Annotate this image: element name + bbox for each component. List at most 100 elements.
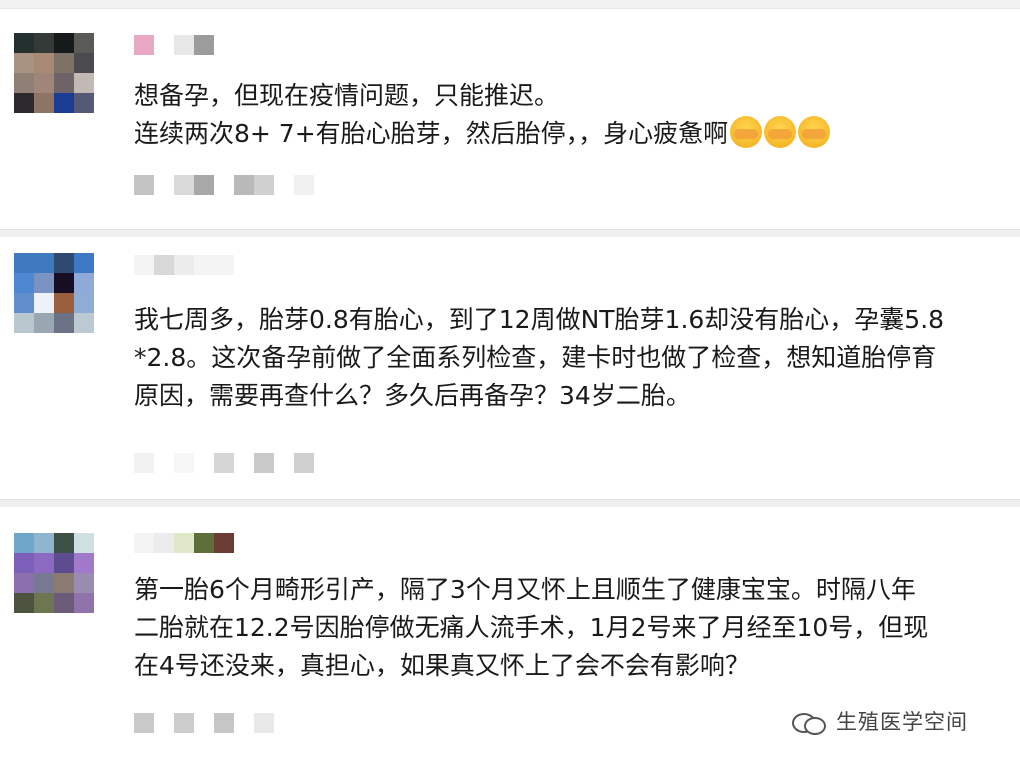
comment-card: 我七周多，胎芽0.8有胎心，到了12周做NT胎芽1.6却没有胎心，孕囊5.8 *… — [0, 237, 1020, 499]
crying-face-emoji-icon — [730, 116, 763, 148]
avatar-pixel — [14, 553, 34, 573]
comment-text: 想备孕，但现在疫情问题，只能推迟。 连续两次8+ 7+有胎心胎芽，然后胎停，，身… — [134, 77, 1020, 153]
avatar-pixel — [34, 273, 54, 293]
comment-text: 第一胎6个月畸形引产，隔了3个月又怀上且顺生了健康宝宝。时隔八年 二胎就在12.… — [134, 571, 1020, 685]
avatar-pixel — [74, 273, 94, 293]
avatar-pixel — [34, 33, 54, 53]
comment-meta-blurred — [134, 453, 314, 473]
watermark-label: 生殖医学空间 — [836, 710, 968, 734]
avatar-pixel — [14, 593, 34, 613]
avatar-pixel — [14, 73, 34, 93]
mosaic-pixel — [194, 255, 214, 275]
comment-line: 二胎就在12.2号因胎停做无痛人流手术，1月2号来了月经至10号，但现 — [134, 613, 929, 642]
avatar-pixel — [74, 33, 94, 53]
mosaic-pixel — [154, 175, 174, 195]
mosaic-pixel — [154, 453, 174, 473]
mosaic-pixel — [214, 175, 234, 195]
avatar-pixel — [34, 313, 54, 333]
comment-line: *2.8。这次备孕前做了全面系列检查，建卡时也做了检查，想知道胎停育 — [134, 343, 937, 372]
avatar-pixel — [34, 253, 54, 273]
mosaic-pixel — [214, 713, 234, 733]
mosaic-pixel — [234, 713, 254, 733]
mosaic-pixel — [174, 35, 194, 55]
avatar-pixel — [14, 313, 34, 333]
avatar[interactable] — [14, 533, 94, 613]
avatar-pixel — [74, 293, 94, 313]
avatar-pixel — [14, 253, 34, 273]
mosaic-pixel — [214, 255, 234, 275]
avatar-pixel — [14, 53, 34, 73]
avatar-pixel — [54, 93, 74, 113]
mosaic-pixel — [294, 453, 314, 473]
avatar-pixel — [54, 253, 74, 273]
comment-line: 想备孕，但现在疫情问题，只能推迟。 — [134, 81, 560, 110]
avatar-pixel — [74, 593, 94, 613]
avatar-pixel — [34, 533, 54, 553]
mosaic-pixel — [254, 453, 274, 473]
avatar-pixel — [74, 253, 94, 273]
avatar[interactable] — [14, 253, 94, 333]
comment-line: 原因，需要再查什么？多久后再备孕？34岁二胎。 — [134, 381, 691, 410]
comment-line: 我七周多，胎芽0.8有胎心，到了12周做NT胎芽1.6却没有胎心，孕囊5.8 — [134, 305, 945, 334]
avatar-pixel — [54, 53, 74, 73]
avatar-pixel — [34, 73, 54, 93]
mosaic-pixel — [174, 533, 194, 553]
avatar-pixel — [54, 573, 74, 593]
mosaic-pixel — [214, 453, 234, 473]
watermark: 生殖医学空间 — [790, 706, 968, 736]
commenter-name-blurred — [134, 35, 214, 55]
mosaic-pixel — [234, 453, 254, 473]
mosaic-pixel — [174, 255, 194, 275]
comment-line: 在4号还没来，真担心，如果真又怀上了会不会有影响？ — [134, 651, 750, 680]
avatar-pixel — [34, 93, 54, 113]
comment-line: 连续两次8+ 7+有胎心胎芽，然后胎停，，身心疲惫啊 — [134, 115, 1020, 153]
wechat-official-account-icon — [790, 709, 828, 735]
avatar-pixel — [54, 313, 74, 333]
avatar-pixel — [14, 573, 34, 593]
avatar-pixel — [34, 573, 54, 593]
avatar-pixel — [74, 533, 94, 553]
avatar-pixel — [74, 93, 94, 113]
mosaic-pixel — [134, 175, 154, 195]
avatar-pixel — [74, 313, 94, 333]
avatar-pixel — [74, 53, 94, 73]
avatar-pixel — [74, 553, 94, 573]
avatar-pixel — [14, 293, 34, 313]
mosaic-pixel — [174, 453, 194, 473]
avatar-pixel — [34, 53, 54, 73]
comment-line-text: 连续两次8+ 7+有胎心胎芽，然后胎停，，身心疲惫啊 — [134, 119, 729, 148]
avatar-pixel — [74, 73, 94, 93]
mosaic-pixel — [194, 533, 214, 553]
comment-meta-blurred — [134, 713, 274, 733]
avatar-pixel — [54, 593, 74, 613]
commenter-name-blurred — [134, 255, 234, 275]
avatar-pixel — [54, 293, 74, 313]
mosaic-pixel — [154, 713, 174, 733]
mosaic-pixel — [274, 453, 294, 473]
mosaic-pixel — [254, 175, 274, 195]
mosaic-pixel — [134, 35, 154, 55]
mosaic-pixel — [254, 713, 274, 733]
avatar-pixel — [54, 553, 74, 573]
avatar-pixel — [34, 553, 54, 573]
avatar-pixel — [54, 533, 74, 553]
commenter-name-blurred — [134, 533, 234, 553]
mosaic-pixel — [234, 175, 254, 195]
avatar-pixel — [34, 593, 54, 613]
comment-meta-blurred — [134, 175, 314, 195]
avatar[interactable] — [14, 33, 94, 113]
comment-line: 第一胎6个月畸形引产，隔了3个月又怀上且顺生了健康宝宝。时隔八年 — [134, 575, 916, 604]
mosaic-pixel — [134, 533, 154, 553]
top-divider — [0, 0, 1020, 9]
avatar-pixel — [74, 573, 94, 593]
mosaic-pixel — [194, 713, 214, 733]
avatar-pixel — [14, 533, 34, 553]
mosaic-pixel — [194, 453, 214, 473]
comment-card: 想备孕，但现在疫情问题，只能推迟。 连续两次8+ 7+有胎心胎芽，然后胎停，，身… — [0, 9, 1020, 233]
mosaic-pixel — [174, 713, 194, 733]
avatar-pixel — [14, 273, 34, 293]
crying-face-emoji-icon — [764, 116, 797, 148]
avatar-pixel — [54, 73, 74, 93]
crying-face-emoji-icon — [798, 116, 831, 148]
mosaic-pixel — [214, 533, 234, 553]
